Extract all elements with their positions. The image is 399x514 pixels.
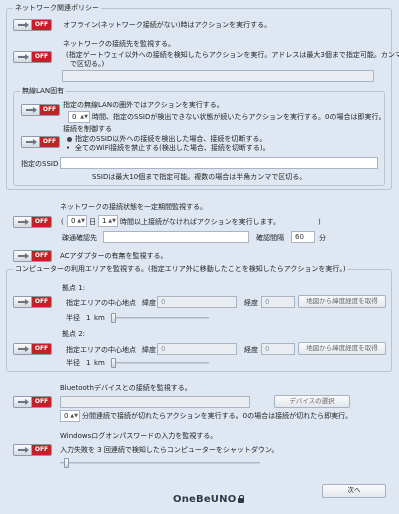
wireless-restrict-label: 接続を制御する — [63, 125, 112, 133]
target-label: 疎通確認先 — [62, 234, 97, 242]
toggle-knob-icon — [14, 344, 32, 354]
point2-center: 指定エリアの中心地点 — [66, 346, 136, 354]
periodic-label: ネットワークの接続状態を一定期間監視する。 — [60, 203, 207, 211]
periodic-paren-open: ( — [61, 218, 64, 226]
onebeuno-logo: OneBeUNO — [173, 494, 245, 505]
interval-unit: 分 — [319, 234, 326, 242]
slider-thumb-icon[interactable] — [111, 313, 116, 323]
spinner-arrow-icon: ▲▼ — [80, 114, 88, 120]
network-policy-title: ネットワーク関連ポリシー — [13, 4, 101, 13]
spinner-arrow-icon: ▲▼ — [70, 413, 78, 419]
bluetooth-device-input[interactable] — [60, 396, 250, 408]
interval-input[interactable]: 60 — [291, 231, 315, 243]
point2-radius-label: 半径 — [66, 359, 80, 367]
offline-label: オフライン(ネットワーク接続がない)時はアクションを実行する。 — [63, 21, 272, 29]
bluetooth-label: Bluetoothデバイスとの接続を監視する。 — [60, 384, 192, 392]
point2-radius-slider[interactable] — [111, 357, 209, 369]
point1-label: 拠点 1: — [62, 284, 86, 292]
gateway-toggle[interactable]: OFF — [13, 51, 52, 63]
ssid-input[interactable] — [60, 157, 378, 169]
bluetooth-minutes-spinner[interactable]: 0 ▲▼ — [60, 410, 80, 422]
target-input[interactable] — [103, 231, 249, 243]
ac-adapter-toggle[interactable]: OFF — [13, 250, 52, 262]
wireless-range-label: 指定の無線LANの圏外ではアクションを実行する。 — [63, 101, 224, 109]
point1-toggle[interactable]: OFF — [13, 296, 52, 308]
gateway-desc-line2: で区切る。) — [70, 60, 105, 68]
interval-label: 確認間隔 — [256, 234, 284, 242]
day-unit: 日 — [89, 218, 96, 226]
slider-thumb-icon[interactable] — [64, 458, 69, 468]
gateway-label: ネットワークの接続先を監視する。 — [63, 40, 175, 48]
toggle-knob-icon — [14, 445, 32, 455]
toggle-knob-icon — [14, 251, 32, 261]
point1-map-button[interactable]: 地図から緯度経度を取得 — [298, 295, 386, 308]
toggle-knob-icon — [14, 20, 32, 30]
ssid-note: SSIDは最大10個まで指定可能。複数の場合は半角カンマで区切る。 — [92, 173, 307, 181]
point2-lng-label: 経度 — [244, 346, 258, 354]
ssid-label: 指定のSSID — [21, 160, 59, 168]
point2-toggle[interactable]: OFF — [13, 343, 52, 355]
days-spinner[interactable]: 0 ▲▼ — [67, 215, 87, 227]
wireless-restrict-toggle[interactable]: OFF — [21, 136, 60, 148]
point1-lat-input[interactable]: 0 — [157, 296, 237, 308]
bluetooth-toggle[interactable]: OFF — [13, 396, 52, 408]
point2-lat-input[interactable]: 0 — [157, 343, 237, 355]
point1-lng-input[interactable]: 0 — [261, 296, 295, 308]
windows-password-desc: 入力失敗を 3 回連続で検知したらコンピューターをシャットダウン。 — [60, 446, 279, 454]
wireless-restrict-option1[interactable]: 指定のSSID以外への接続を検出した場合、接続を切断する。 — [75, 135, 266, 144]
point2-radius-unit: km — [94, 359, 105, 367]
lock-icon — [238, 495, 245, 503]
hours-desc: 時間以上接続がなければアクションを実行します。 — [120, 218, 280, 226]
wireless-range-desc: 時間、指定のSSIDが検出できない状態が続いたらアクションを実行する。0の場合は… — [92, 113, 386, 121]
periodic-toggle[interactable]: OFF — [13, 216, 52, 228]
spinner-arrow-icon: ▲▼ — [77, 218, 85, 224]
point1-lat-label: 緯度 — [142, 299, 156, 307]
hours-spinner[interactable]: 1 ▲▼ — [98, 215, 118, 227]
point1-lng-label: 経度 — [244, 299, 258, 307]
point2-label: 拠点 2: — [62, 330, 86, 338]
point1-radius-label: 半径 — [66, 314, 80, 322]
periodic-paren-close: ) — [318, 218, 321, 226]
point2-radius-value: 1 — [86, 359, 91, 367]
toggle-knob-icon — [22, 137, 40, 147]
wireless-seconds-spinner[interactable]: 0 ▲▼ — [68, 111, 90, 123]
windows-password-slider[interactable] — [60, 457, 260, 469]
area-title: コンピューターの利用エリアを監視する。(指定エリア外に移動したことを検知したらア… — [13, 265, 348, 274]
slider-thumb-icon[interactable] — [111, 358, 116, 368]
next-button[interactable]: 次へ — [322, 484, 386, 498]
ac-adapter-label: ACアダプターの有無を監視する。 — [60, 252, 168, 260]
bluetooth-select-button[interactable]: デバイスの選択 — [274, 395, 350, 408]
gateway-desc-line1: (指定ゲートウェイ以外への接続を検知したらアクションを実行。アドレスは最大3個ま… — [66, 51, 399, 59]
wireless-range-toggle[interactable]: OFF — [21, 104, 60, 116]
toggle-knob-icon — [14, 297, 32, 307]
toggle-knob-icon — [14, 397, 32, 407]
windows-password-label: Windowsログオンパスワードの入力を監視する。 — [60, 432, 218, 440]
toggle-knob-icon — [22, 105, 40, 115]
point2-map-button[interactable]: 地図から緯度経度を取得 — [298, 342, 386, 355]
point1-radius-value: 1 — [86, 314, 91, 322]
wireless-restrict-option2[interactable]: 全てのWiFi接続を禁止する(検出した場合、接続を切断する)。 — [75, 144, 270, 153]
point2-lng-input[interactable]: 0 — [261, 343, 295, 355]
point1-center: 指定エリアの中心地点 — [66, 299, 136, 307]
wireless-title: 無線LAN固有 — [20, 87, 67, 96]
point1-radius-unit: km — [94, 314, 105, 322]
point2-lat-label: 緯度 — [142, 346, 156, 354]
toggle-knob-icon — [14, 217, 32, 227]
bluetooth-desc: 分間連続で接続が切れたらアクションを実行する。0の場合は接続が切れたら即実行。 — [82, 412, 353, 420]
spinner-arrow-icon: ▲▼ — [108, 218, 116, 224]
windows-password-toggle[interactable]: OFF — [13, 444, 52, 456]
gateway-address-input[interactable] — [62, 70, 374, 82]
point1-radius-slider[interactable] — [111, 312, 209, 324]
radio-unselected-icon[interactable]: • — [66, 144, 70, 153]
toggle-knob-icon — [14, 52, 32, 62]
radio-selected-icon[interactable] — [67, 137, 72, 142]
offline-toggle[interactable]: OFF — [13, 19, 52, 31]
